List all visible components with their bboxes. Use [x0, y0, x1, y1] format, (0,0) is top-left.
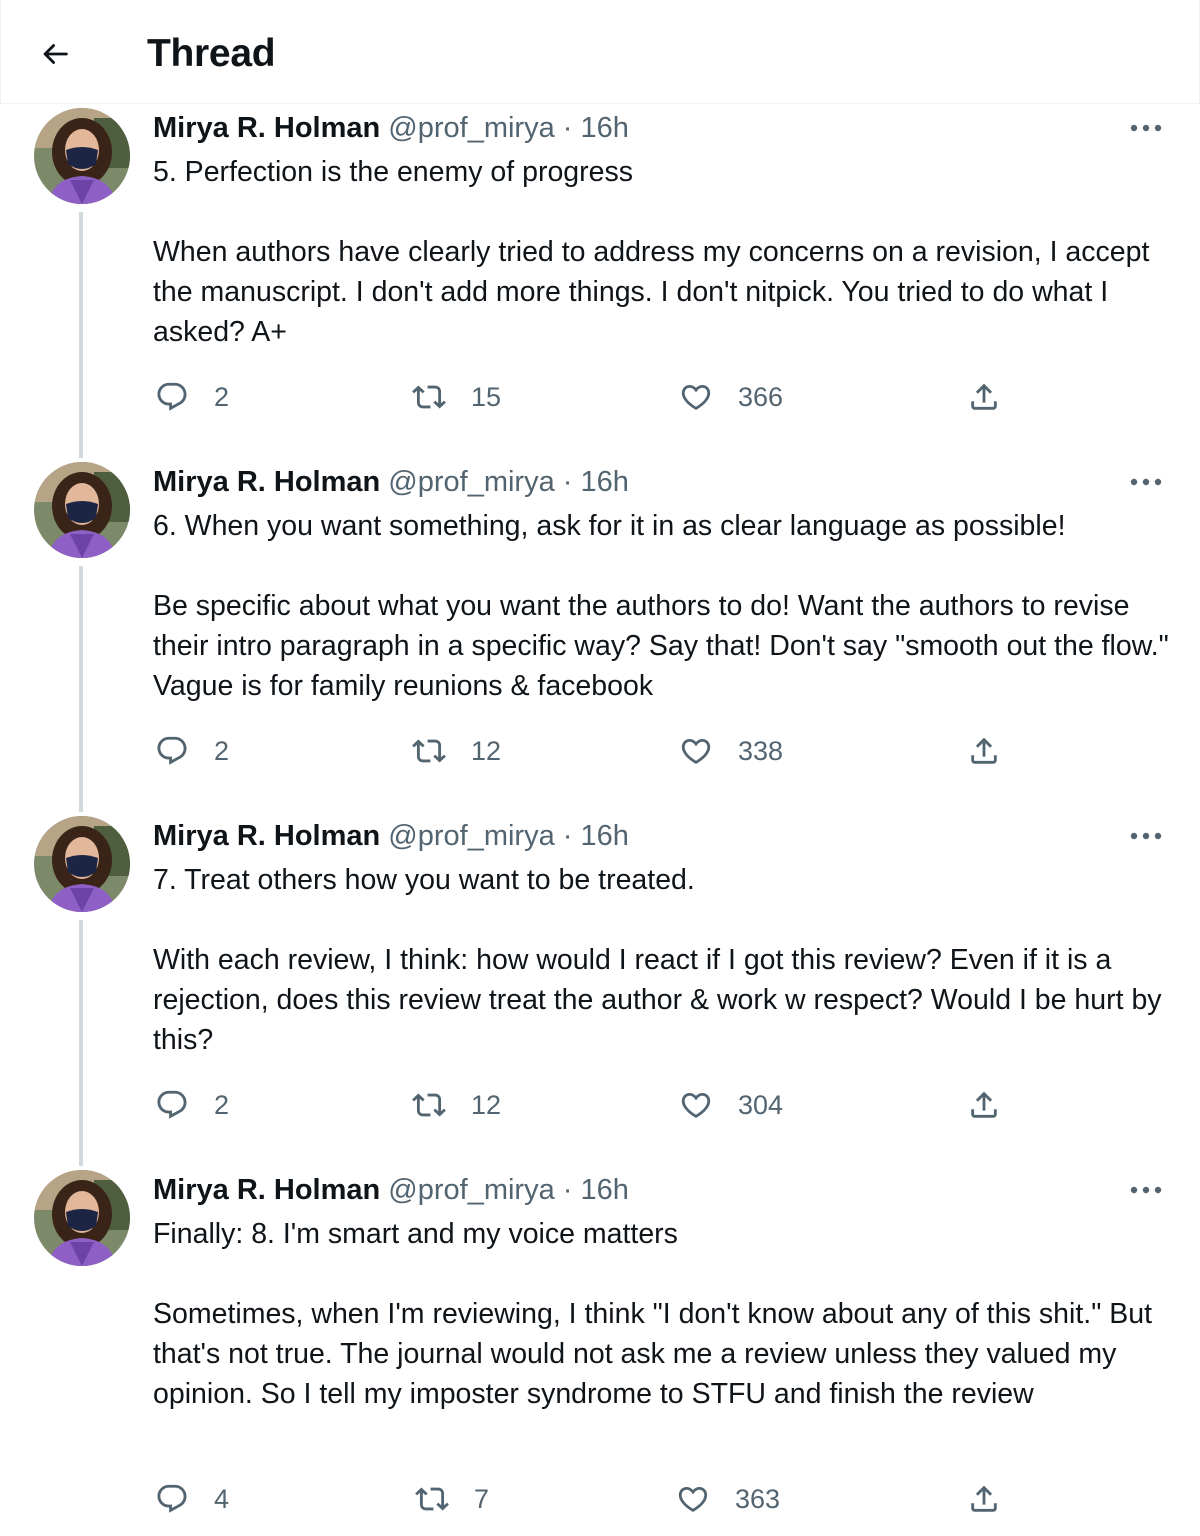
retweet-icon	[412, 385, 446, 409]
share-button[interactable]	[967, 731, 1001, 771]
back-button[interactable]	[31, 30, 79, 78]
retweet-count: 12	[471, 736, 502, 766]
reply-icon	[157, 1484, 187, 1513]
reply-count: 4	[214, 1484, 230, 1514]
more-button[interactable]	[1126, 472, 1166, 492]
more-button[interactable]	[1126, 826, 1166, 846]
tweet-text: 7. Treat others how you want to be treat…	[153, 864, 1162, 1056]
avatar[interactable]	[34, 108, 130, 204]
heart-icon	[681, 384, 711, 410]
more-icon	[1130, 1186, 1162, 1194]
separator-dot: ·	[562, 1174, 573, 1206]
more-button[interactable]	[1126, 118, 1166, 138]
author-name[interactable]: Mirya R. Holman	[153, 1174, 380, 1206]
reply-button[interactable]: 2	[155, 1085, 229, 1125]
tweet-actions: 2 12 304	[0, 1085, 1200, 1125]
reply-button[interactable]: 2	[155, 377, 229, 417]
tweet-actions: 2 12 338	[0, 731, 1200, 771]
retweet-icon	[412, 1093, 446, 1117]
tweet-time[interactable]: 16h	[581, 466, 629, 498]
share-button[interactable]	[967, 1479, 1001, 1519]
reply-icon	[157, 736, 187, 765]
tweet-time[interactable]: 16h	[581, 1174, 629, 1206]
like-button[interactable]: 366	[679, 377, 783, 417]
reply-button[interactable]: 2	[155, 731, 229, 771]
reply-count: 2	[214, 1090, 230, 1120]
more-button[interactable]	[1126, 1180, 1166, 1200]
share-icon	[971, 1091, 997, 1118]
retweet-button[interactable]: 7	[415, 1479, 489, 1519]
tweet-time[interactable]: 16h	[581, 112, 629, 144]
more-icon	[1130, 124, 1162, 132]
thread-line	[79, 566, 83, 812]
author-handle[interactable]: @prof_mirya	[388, 1174, 554, 1206]
heart-icon	[681, 738, 711, 764]
avatar[interactable]	[34, 816, 130, 912]
retweet-icon	[415, 1487, 449, 1511]
retweet-icon	[412, 739, 446, 763]
retweet-button[interactable]: 15	[412, 377, 501, 417]
separator-dot: ·	[562, 466, 573, 498]
tweet-text: Finally: 8. I'm smart and my voice matte…	[153, 1218, 1153, 1410]
like-count: 366	[738, 382, 784, 412]
heart-icon	[681, 1092, 711, 1118]
thread-line	[79, 212, 83, 458]
share-button[interactable]	[967, 377, 1001, 417]
author-handle[interactable]: @prof_mirya	[388, 466, 554, 498]
author-name[interactable]: Mirya R. Holman	[153, 466, 380, 498]
thread-line	[79, 920, 83, 1166]
separator-dot: ·	[562, 820, 573, 852]
share-icon	[971, 1485, 997, 1512]
tweet-text: 5. Perfection is the enemy of progress W…	[153, 156, 1150, 348]
share-icon	[971, 383, 997, 410]
author-handle[interactable]: @prof_mirya	[388, 112, 554, 144]
separator-dot: ·	[562, 112, 573, 144]
reply-count: 2	[214, 382, 230, 412]
tweet-actions: 4 7 363	[0, 1479, 1200, 1519]
avatar[interactable]	[34, 1170, 130, 1266]
like-button[interactable]: 304	[679, 1085, 783, 1125]
reply-button[interactable]: 4	[155, 1479, 229, 1519]
like-count: 304	[738, 1090, 784, 1120]
tweet-text: 6. When you want something, ask for it i…	[153, 510, 1169, 702]
like-count: 363	[735, 1484, 781, 1514]
like-button[interactable]: 363	[676, 1479, 780, 1519]
more-icon	[1130, 478, 1162, 486]
reply-count: 2	[214, 736, 230, 766]
reply-icon	[157, 382, 187, 411]
like-button[interactable]: 338	[679, 731, 783, 771]
avatar[interactable]	[34, 462, 130, 558]
reply-icon	[157, 1090, 187, 1119]
retweet-count: 12	[471, 1090, 502, 1120]
tweet-header: Mirya R. Holman @prof_mirya · 16h	[153, 816, 629, 856]
heart-icon	[678, 1486, 708, 1512]
retweet-count: 7	[474, 1484, 490, 1514]
share-icon	[971, 737, 997, 764]
tweet-header: Mirya R. Holman @prof_mirya · 16h	[153, 462, 629, 502]
page-title: Thread	[147, 32, 276, 75]
tweet-header: Mirya R. Holman @prof_mirya · 16h	[153, 108, 629, 148]
more-icon	[1130, 832, 1162, 840]
tweet-time[interactable]: 16h	[581, 820, 629, 852]
author-name[interactable]: Mirya R. Holman	[153, 112, 380, 144]
author-handle[interactable]: @prof_mirya	[388, 820, 554, 852]
retweet-button[interactable]: 12	[412, 1085, 501, 1125]
tweet-header: Mirya R. Holman @prof_mirya · 16h	[153, 1170, 629, 1210]
thread-header: Thread	[0, 0, 1200, 104]
author-name[interactable]: Mirya R. Holman	[153, 820, 380, 852]
like-count: 338	[738, 736, 784, 766]
retweet-button[interactable]: 12	[412, 731, 501, 771]
share-button[interactable]	[967, 1085, 1001, 1125]
retweet-count: 15	[471, 382, 502, 412]
tweet-actions: 2 15 366	[0, 377, 1200, 417]
arrow-left-icon	[43, 44, 68, 64]
